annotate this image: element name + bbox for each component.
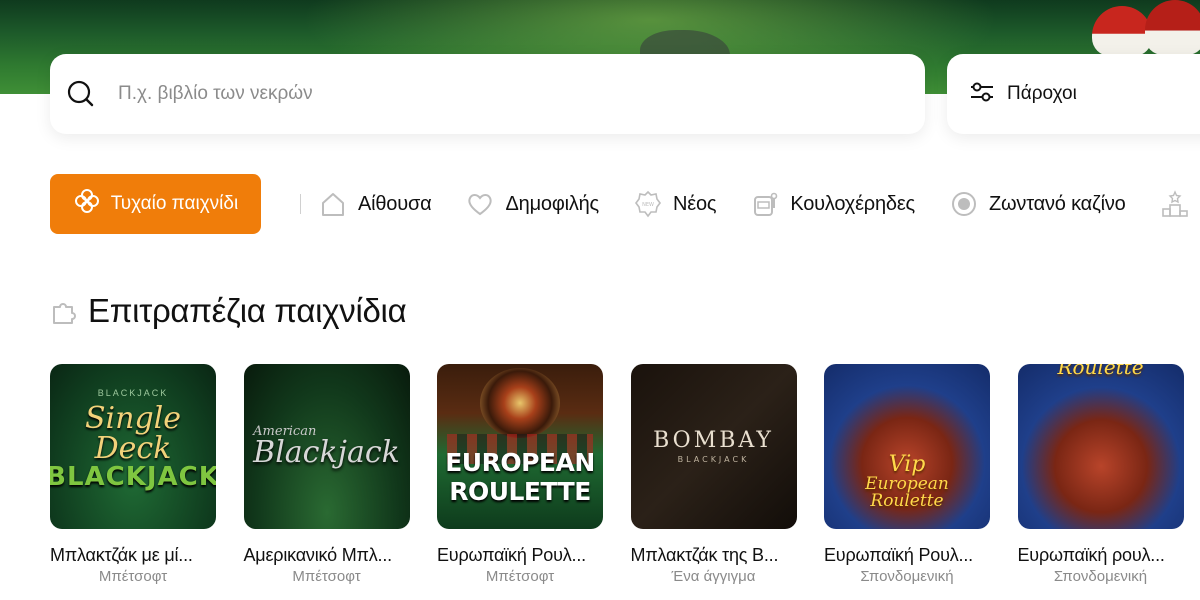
thumb-art-line1: Single Deck <box>84 400 182 466</box>
game-card[interactable]: BLACKJACK Single Deck BLACKJACK Μπλακτζά… <box>50 364 216 585</box>
category-label: Αίθουσα <box>358 192 432 215</box>
random-game-label: Τυχαίο παιχνίδι <box>110 193 239 214</box>
section-header: Επιτραπέζια παιχνίδια <box>50 292 407 330</box>
game-title: Μπλακτζάκ με μί... <box>50 545 193 565</box>
random-game-button[interactable]: Τυχαίο παιχνίδι <box>50 174 261 234</box>
game-thumbnail[interactable]: European Roulette <box>1017 364 1184 529</box>
category-more[interactable] <box>1160 189 1190 219</box>
game-provider: Σπονδομενική <box>860 568 954 585</box>
puzzle-icon <box>50 297 78 325</box>
thumb-art-line2: BLACKJACK <box>50 461 216 492</box>
category-label: Ζωντανό καζίνο <box>988 192 1126 215</box>
clover-icon <box>73 187 101 221</box>
banner-character-shoe <box>1092 6 1152 56</box>
category-lobby[interactable]: Αίθουσα <box>318 189 432 219</box>
thumb-art-line1: EUROPEAN <box>445 447 595 477</box>
thumb-art-line1: European Roulette <box>1057 364 1144 379</box>
live-dot-icon <box>949 189 979 219</box>
home-icon <box>318 189 348 219</box>
game-card[interactable]: European Roulette Ευρωπαϊκή ρουλ... Σπον… <box>1017 364 1184 585</box>
thumb-art-line1: Vip <box>888 451 926 477</box>
search-icon[interactable] <box>66 79 96 109</box>
game-title: Ευρωπαϊκή Ρουλ... <box>824 545 973 565</box>
slot-machine-icon <box>750 189 780 219</box>
category-label: Δημοφιλής <box>505 192 599 215</box>
game-card[interactable]: EUROPEAN ROULETTE Ευρωπαϊκή Ρουλ... Μπέτ… <box>437 364 603 585</box>
game-thumbnail[interactable]: BLACKJACK Single Deck BLACKJACK <box>50 364 216 529</box>
games-row: BLACKJACK Single Deck BLACKJACK Μπλακτζά… <box>50 364 1200 585</box>
nav-divider <box>300 194 301 214</box>
thumb-art-line2: BLACKJACK <box>677 454 750 464</box>
game-title: Αμερικανικό Μπλ... <box>243 545 393 565</box>
heart-icon <box>465 189 495 219</box>
game-thumbnail[interactable]: BOMBAY BLACKJACK <box>630 364 797 529</box>
banner-character-shoe <box>1145 0 1200 55</box>
podium-icon <box>1160 189 1190 219</box>
category-label: Νέος <box>673 192 717 215</box>
search-bar[interactable] <box>50 54 925 134</box>
providers-filter-button[interactable]: Πάροχοι <box>947 54 1200 134</box>
section-title: Επιτραπέζια παιχνίδια <box>88 292 407 329</box>
category-new[interactable]: NEW Νέος <box>633 189 717 219</box>
thumb-art-line1: BOMBAY <box>653 427 774 453</box>
game-card[interactable]: American Blackjack Αμερικανικό Μπλ... Μπ… <box>243 364 410 585</box>
search-input[interactable] <box>118 83 878 105</box>
game-thumbnail[interactable]: American Blackjack <box>243 364 410 529</box>
thumb-art-line2: Blackjack <box>253 435 400 470</box>
game-title: Ευρωπαϊκή ρουλ... <box>1017 545 1165 565</box>
svg-text:NEW: NEW <box>642 202 654 208</box>
category-live-casino[interactable]: Ζωντανό καζίνο <box>949 189 1126 219</box>
category-slots[interactable]: Κουλοχέρηδες <box>750 189 915 219</box>
game-title: Μπλακτζάκ της Β... <box>630 545 779 565</box>
new-badge-icon: NEW <box>633 189 663 219</box>
game-card[interactable]: BOMBAY BLACKJACK Μπλακτζάκ της Β... Ένα … <box>630 364 797 585</box>
game-provider: Μπέτσοφτ <box>98 568 168 585</box>
sliders-icon <box>969 81 995 108</box>
thumb-art-line2: European Roulette <box>865 473 949 511</box>
category-nav: Αίθουσα Δημοφιλής NEW Νέος Κουλοχέρηδες … <box>318 186 1200 222</box>
category-label: Κουλοχέρηδες <box>790 192 915 215</box>
game-thumbnail[interactable]: Vip European Roulette <box>824 364 990 529</box>
game-provider: Μπέτσοφτ <box>292 568 361 585</box>
providers-label: Πάροχοι <box>1007 83 1077 104</box>
game-card[interactable]: Vip European Roulette Ευρωπαϊκή Ρουλ... … <box>824 364 990 585</box>
thumb-top-text: BLACKJACK <box>97 388 169 398</box>
game-thumbnail[interactable]: EUROPEAN ROULETTE <box>437 364 603 529</box>
thumb-art-line2: ROULETTE <box>449 476 591 506</box>
game-provider: Μπέτσοφτ <box>485 568 555 585</box>
game-provider: Ένα άγγιγμα <box>671 568 756 585</box>
game-title: Ευρωπαϊκή Ρουλ... <box>437 545 586 565</box>
category-popular[interactable]: Δημοφιλής <box>465 189 599 219</box>
game-provider: Σπονδομενική <box>1053 568 1148 585</box>
